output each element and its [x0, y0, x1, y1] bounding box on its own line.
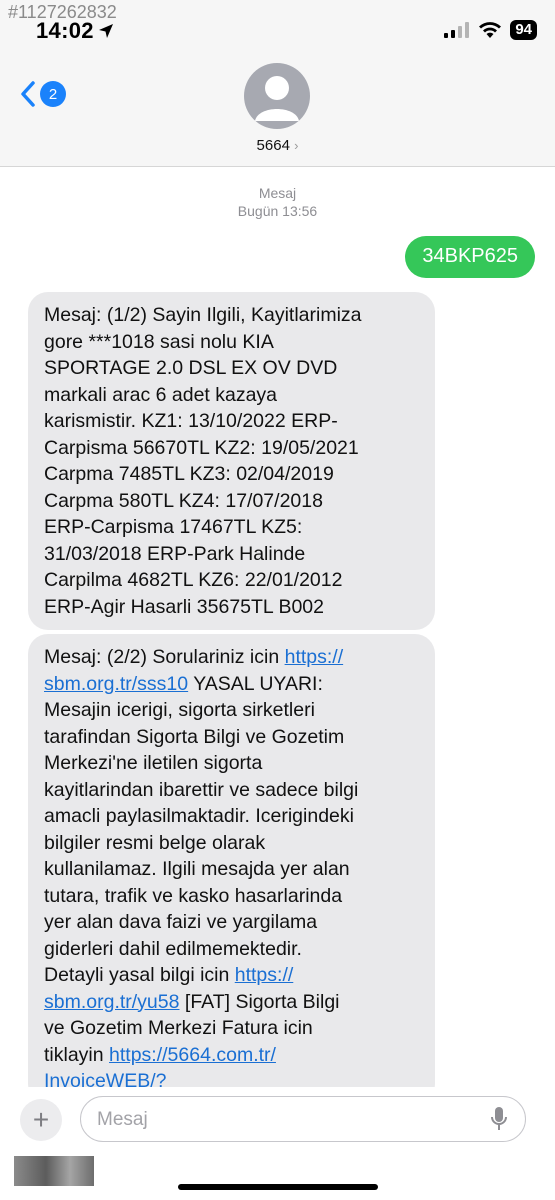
- battery-indicator: 94: [510, 20, 537, 40]
- message-line: Carpisma 56670TL KZ2: 19/05/2021: [44, 436, 359, 459]
- sss-link[interactable]: https://: [285, 646, 344, 668]
- signal-icon: [444, 22, 470, 38]
- message-line: karismistir. KZ1: 13/10/2022 ERP-: [44, 410, 338, 432]
- message-line: Detayli yasal bilgi icin https://: [44, 962, 419, 989]
- message-line: SPORTAGE 2.0 DSL EX OV DVD: [44, 357, 338, 379]
- conversation-header: #1127262832 14:02 94 2 5664 ›: [0, 0, 555, 167]
- message-line: yer alan dava faizi ve yargilama: [44, 911, 318, 933]
- message-line: tutara, trafik ve kasko hasarlarinda: [44, 884, 343, 907]
- incoming-message[interactable]: Mesaj: (2/2) Sorulariniz icin https:// s…: [28, 634, 435, 1104]
- legal-link[interactable]: sbm.org.tr/yu58: [44, 991, 179, 1013]
- message-line: Carpilma 4682TL KZ6: 22/01/2012: [44, 569, 343, 591]
- message-line: tiklayin https://5664.com.tr/: [44, 1042, 419, 1069]
- message-line: ve Gozetim Merkezi Fatura icin: [44, 1017, 313, 1039]
- wifi-icon: [479, 22, 502, 38]
- contact-name: 5664: [256, 137, 290, 154]
- message-line: Carpma 580TL KZ4: 17/07/2018: [44, 489, 323, 512]
- message-line: Merkezi'ne iletilen sigorta: [44, 752, 263, 774]
- unread-badge: 2: [40, 81, 66, 107]
- message-line: Mesaj: (2/2) Sorulariniz icin https://: [44, 644, 419, 671]
- chevron-left-icon: [21, 81, 35, 107]
- message-line: sbm.org.tr/sss10 YASAL UYARI:: [44, 671, 419, 698]
- message-text: [FAT] Sigorta Bilgi: [179, 990, 340, 1013]
- message-line: ERP-Agir Hasarli 35675TL B002: [44, 595, 324, 618]
- message-line: giderleri dahil edilmemektedir.: [44, 937, 302, 960]
- image-thumbnail: [14, 1156, 94, 1186]
- message-line: tarafindan Sigorta Bilgi ve Gozetim: [44, 725, 345, 748]
- incoming-message[interactable]: Mesaj: (1/2) Sayin Ilgili, Kayitlarimiza…: [28, 292, 435, 630]
- message-line: gore ***1018 sasi nolu KIA: [44, 330, 274, 353]
- chevron-right-icon: ›: [294, 138, 299, 153]
- message-line: markali arac 6 adet kazaya: [44, 383, 278, 406]
- outgoing-message[interactable]: 34BKP625: [405, 236, 535, 278]
- message-line: ERP-Carpisma 17467TL KZ5:: [44, 516, 303, 538]
- message-line: Mesaj: (1/2) Sayin Ilgili, Kayitlarimiza: [44, 304, 362, 326]
- message-text: tiklayin: [44, 1043, 110, 1066]
- message-line: Mesajin icerigi, sigorta sirketleri: [44, 699, 315, 721]
- legal-link[interactable]: https://: [235, 964, 294, 986]
- status-icons: 94: [444, 20, 537, 40]
- microphone-icon[interactable]: [490, 1106, 508, 1132]
- location-arrow-icon: [99, 24, 113, 38]
- status-time: 14:02: [36, 18, 94, 43]
- message-timestamp: Bugün 13:56: [237, 203, 318, 219]
- message-text: YASAL UYARI:: [188, 672, 323, 695]
- message-line: 31/03/2018 ERP-Park Halinde: [44, 542, 306, 565]
- contact-name-button[interactable]: 5664 ›: [0, 137, 555, 154]
- contact-avatar[interactable]: [244, 63, 310, 129]
- plus-icon: +: [32, 1104, 50, 1135]
- message-text: Detayli yasal bilgi icin: [44, 964, 235, 986]
- plus-button[interactable]: +: [20, 1099, 62, 1141]
- sss-link[interactable]: sbm.org.tr/sss10: [44, 673, 188, 695]
- message-text: Mesaj: (2/2) Sorulariniz icin: [44, 646, 285, 668]
- invoice-link[interactable]: https://5664.com.tr/: [109, 1044, 276, 1066]
- message-service-label: Mesaj: [258, 185, 297, 201]
- home-indicator[interactable]: [178, 1184, 378, 1190]
- person-icon: [255, 76, 299, 121]
- message-line: Carpma 7485TL KZ3: 02/04/2019: [44, 463, 334, 485]
- message-line: amacli paylasilmaktadir. Icerigindeki: [44, 805, 354, 827]
- message-line: kullanilamaz. Ilgili mesajda yer alan: [44, 858, 350, 880]
- message-line: sbm.org.tr/yu58 [FAT] Sigorta Bilgi: [44, 989, 419, 1016]
- message-line: kayitlarindan ibarettir ve sadece bilgi: [44, 778, 359, 801]
- back-button[interactable]: 2: [20, 80, 66, 108]
- message-input[interactable]: Mesaj: [80, 1096, 526, 1142]
- message-line: bilgiler resmi belge olarak: [44, 831, 266, 854]
